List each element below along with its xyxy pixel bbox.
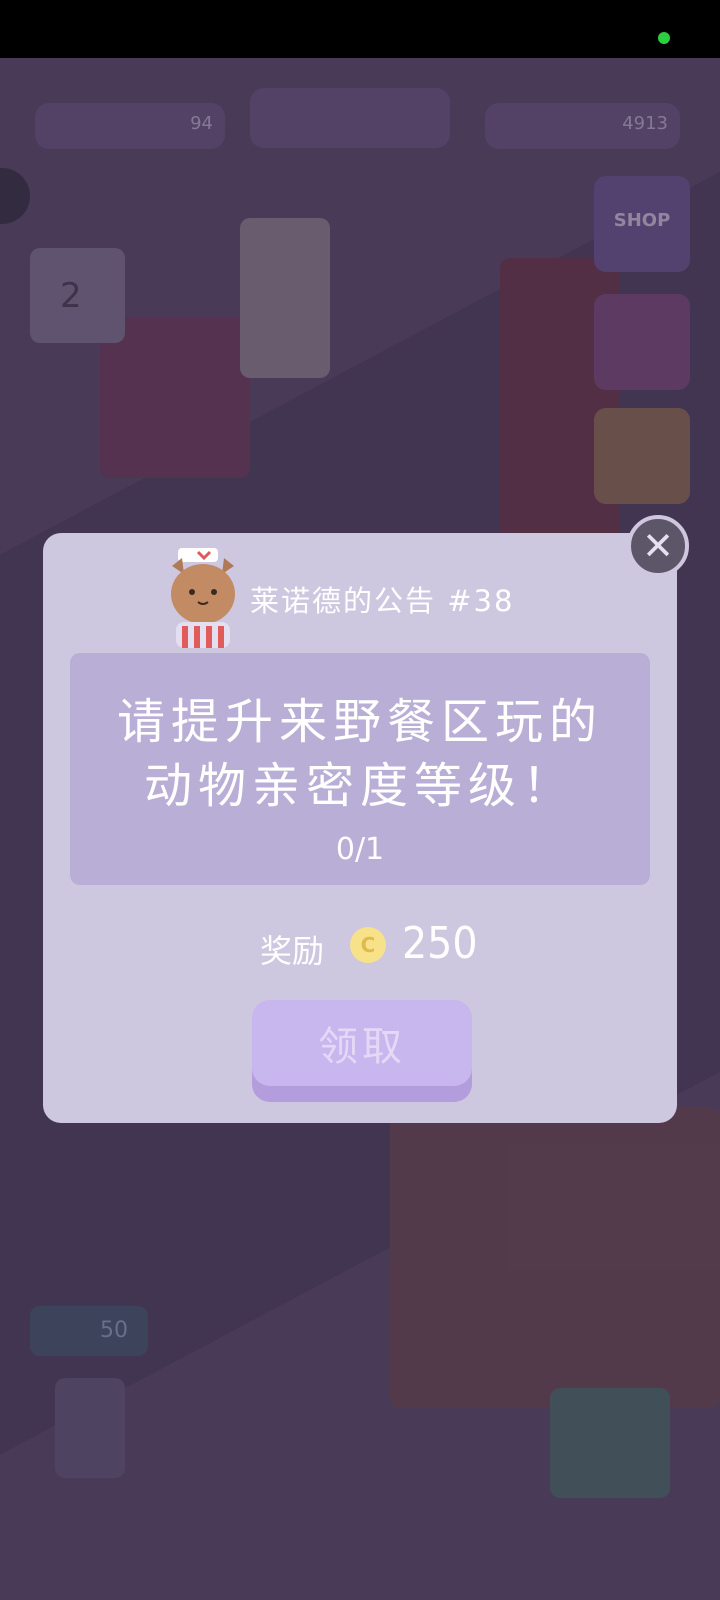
close-icon: ✕ bbox=[642, 524, 674, 568]
status-indicator-icon bbox=[658, 32, 670, 44]
claim-button[interactable]: 领取 bbox=[252, 1000, 472, 1086]
close-button[interactable]: ✕ bbox=[627, 515, 689, 577]
reward-label: 奖励 bbox=[260, 932, 325, 970]
status-bar bbox=[0, 0, 720, 58]
cat-chef-avatar bbox=[171, 548, 235, 648]
reward-value: 250 bbox=[402, 918, 478, 969]
task-progress: 0/1 bbox=[335, 832, 385, 867]
coin-icon: C bbox=[350, 927, 386, 963]
task-description: 请提升来野餐区玩的 动物亲密度等级！ bbox=[70, 690, 650, 818]
task-line-2: 动物亲密度等级！ bbox=[143, 758, 576, 814]
task-line-1: 请提升来野餐区玩的 bbox=[116, 694, 603, 750]
dialog-title: 莱诺德的公告 #38 bbox=[250, 584, 515, 618]
